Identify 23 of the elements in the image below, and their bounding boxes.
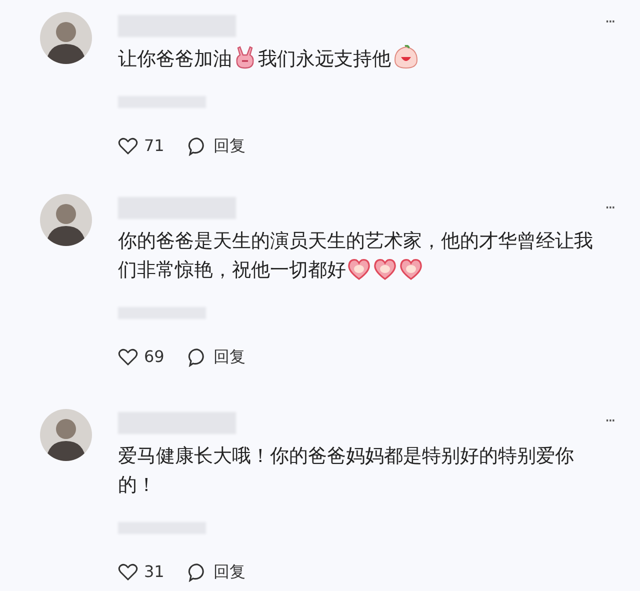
blob-sticker-icon — [393, 45, 419, 69]
comment-text: 爱马健康长大哦！你的爸爸妈妈都是特别好的特别爱你的！ — [118, 444, 575, 498]
reply-button[interactable]: 回复 — [213, 134, 246, 158]
heart-sticker-icon — [373, 258, 397, 280]
more-button[interactable]: ··· — [604, 196, 614, 220]
heart-sticker-icon — [347, 258, 371, 280]
avatar-icon — [40, 409, 92, 461]
comment-text: 你的爸爸是天生的演员天生的艺术家，他的才华曾经让我们非常惊艳，祝他一切都好 — [118, 229, 594, 283]
like-heart-icon[interactable] — [118, 348, 138, 366]
like-count: 31 — [144, 561, 164, 583]
reply-button[interactable]: 回复 — [213, 560, 246, 584]
peace-sticker-icon — [234, 45, 256, 69]
more-button[interactable]: ··· — [604, 409, 614, 433]
like-heart-icon[interactable] — [118, 137, 138, 155]
comment-text: 让你爸爸加油 我们永远支持他 — [118, 45, 608, 74]
like-heart-icon[interactable] — [118, 563, 138, 581]
more-button[interactable]: ··· — [604, 10, 614, 34]
heart-sticker-icon — [399, 258, 423, 280]
like-count: 69 — [144, 346, 164, 368]
like-count: 71 — [144, 135, 164, 157]
reply-button[interactable]: 回复 — [213, 345, 246, 369]
avatar-icon — [40, 194, 92, 246]
avatar-icon — [40, 12, 92, 64]
